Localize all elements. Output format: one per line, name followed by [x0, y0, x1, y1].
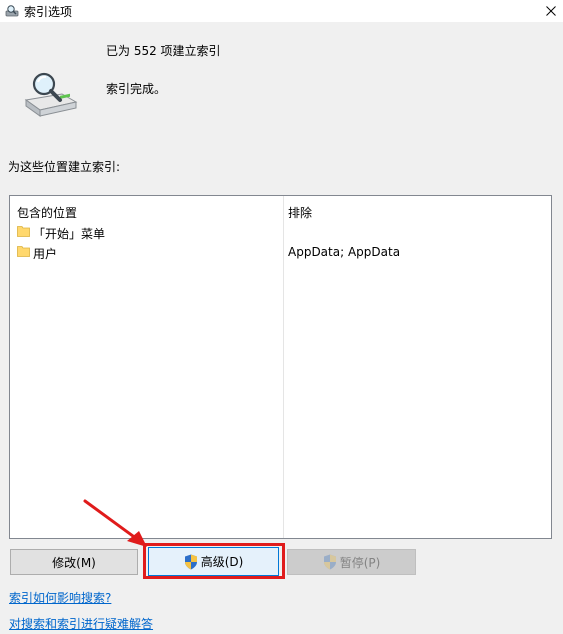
index-status-text: 索引完成。	[106, 82, 167, 96]
folder-icon	[17, 246, 30, 257]
modify-button-label: 修改(M)	[52, 555, 96, 570]
how-indexing-affects-search-link[interactable]: 索引如何影响搜索?	[9, 589, 111, 606]
indexer-drive-icon	[24, 72, 78, 117]
locations-section-label: 为这些位置建立索引:	[8, 160, 121, 174]
pause-button-label: 暂停(P)	[339, 555, 381, 570]
location-exclude: AppData; AppData	[288, 245, 401, 259]
location-name: 「开始」菜单	[33, 227, 106, 241]
title-bar: 索引选项	[0, 0, 563, 22]
close-button[interactable]	[539, 0, 563, 22]
advanced-button[interactable]: 高级(D)	[148, 547, 279, 576]
locations-list[interactable]: 包含的位置 排除 「开始」菜单 用户 AppData; AppData	[9, 195, 552, 539]
list-item[interactable]: 「开始」菜单	[10, 222, 551, 242]
close-icon	[546, 6, 556, 16]
location-name: 用户	[33, 247, 58, 261]
uac-shield-icon	[323, 554, 336, 570]
uac-shield-icon	[184, 554, 197, 569]
indexing-options-icon	[5, 5, 19, 17]
column-header-included[interactable]: 包含的位置	[17, 204, 77, 221]
advanced-button-label: 高级(D)	[200, 555, 244, 569]
troubleshoot-search-indexing-link[interactable]: 对搜索和索引进行疑难解答	[9, 615, 153, 632]
window-title: 索引选项	[24, 5, 73, 19]
modify-button[interactable]: 修改(M)	[10, 549, 138, 575]
column-header-excluded[interactable]: 排除	[288, 204, 312, 221]
folder-icon	[17, 226, 30, 237]
pause-button: 暂停(P)	[287, 549, 416, 575]
indexed-count-text: 已为 552 项建立索引	[106, 44, 221, 58]
list-item[interactable]: 用户 AppData; AppData	[10, 242, 551, 262]
